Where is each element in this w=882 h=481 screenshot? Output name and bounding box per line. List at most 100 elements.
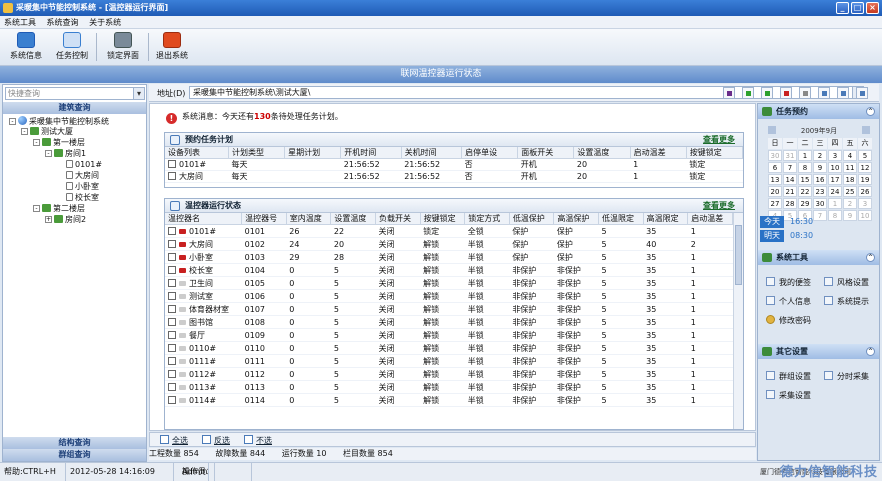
column-header[interactable]: 关机时间 — [401, 147, 463, 159]
calendar-day[interactable]: 26 — [858, 186, 872, 197]
calendar-day[interactable]: 3 — [858, 198, 872, 209]
calendar-day[interactable]: 23 — [813, 186, 827, 197]
tree-node[interactable]: - 第一楼层 — [33, 138, 85, 148]
table-row[interactable]: 0101# 每天 21:56:52 21:56:52 否开机 20 1 锁定 — [165, 158, 743, 171]
row-checkbox[interactable] — [168, 356, 176, 365]
calendar-day[interactable]: 5 — [858, 150, 872, 161]
column-header[interactable]: 温控器名 — [165, 213, 243, 225]
system-tips-link[interactable]: 系统提示 — [824, 296, 869, 307]
calendar-day[interactable]: 30 — [813, 198, 827, 209]
tomorrow-schedule[interactable]: 明天 08:30 — [760, 230, 878, 242]
view-green-button[interactable] — [742, 87, 754, 99]
view-gray-button[interactable] — [799, 87, 811, 99]
view-green2-button[interactable] — [761, 87, 773, 99]
view-more-link[interactable]: 查看更多 — [703, 199, 735, 213]
column-header[interactable]: 设置温度 — [330, 213, 376, 225]
collapse-icon[interactable]: ^ — [866, 347, 875, 356]
column-header[interactable]: 温控器号 — [241, 213, 287, 225]
invert-selection-action[interactable]: 反选 — [202, 434, 230, 447]
calendar-day[interactable]: 4 — [843, 150, 857, 161]
table-row[interactable]: 体育器材室 0107 0 5 关闭 解锁 半锁 非保护 非保护 5 35 1 — [165, 302, 733, 316]
table-row[interactable]: 0111# 0111 0 5 关闭 解锁 半锁 非保护 非保护 5 35 1 — [165, 354, 733, 368]
tree-node[interactable]: 校长室 — [57, 193, 99, 203]
calendar-day[interactable]: 15 — [798, 174, 812, 185]
column-header[interactable]: 高温保护 — [553, 213, 600, 225]
view-purple-button[interactable] — [723, 87, 735, 99]
table-row[interactable]: 大房间 0102 24 20 关闭 解锁 半锁 保护 保护 5 40 2 — [165, 237, 733, 251]
chevron-down-icon[interactable]: ▾ — [133, 88, 144, 99]
view-red-button[interactable] — [780, 87, 792, 99]
exit-button[interactable]: 退出系统 — [152, 32, 192, 64]
style-settings-link[interactable]: 风格设置 — [824, 277, 869, 288]
calendar-day[interactable]: 1 — [828, 198, 842, 209]
table-row[interactable]: 校长室 0104 0 5 关闭 解锁 半锁 非保护 非保护 5 35 1 — [165, 263, 733, 277]
column-header[interactable]: 按键锁定 — [686, 147, 744, 159]
table-row[interactable]: 餐厅 0109 0 5 关闭 解锁 半锁 非保护 非保护 5 35 1 — [165, 328, 733, 342]
column-header[interactable]: 启动温差 — [687, 213, 733, 225]
system-tools-header[interactable]: 系统工具 ^ — [758, 250, 879, 265]
calendar-day[interactable]: 19 — [858, 174, 872, 185]
calendar-day[interactable]: 12 — [858, 162, 872, 173]
row-checkbox[interactable] — [168, 343, 176, 352]
lock-screen-button[interactable]: 锁定界面 — [102, 32, 144, 64]
column-header[interactable]: 开机时间 — [340, 147, 402, 159]
maximize-button[interactable]: □ — [851, 2, 864, 14]
task-booking-header[interactable]: 任务预约 ^ — [758, 104, 879, 119]
row-checkbox[interactable] — [168, 382, 176, 391]
font-size-button[interactable] — [818, 87, 830, 99]
row-checkbox[interactable] — [168, 226, 176, 235]
calendar-day[interactable]: 31 — [783, 150, 797, 161]
calendar-day[interactable]: 25 — [843, 186, 857, 197]
calendar-day[interactable]: 21 — [783, 186, 797, 197]
building-query-header[interactable]: 建筑查询 — [3, 102, 146, 114]
today-schedule[interactable]: 今天 16:30 — [760, 216, 878, 228]
table-row[interactable]: 0113# 0113 0 5 关闭 解锁 半锁 非保护 非保护 5 35 1 — [165, 380, 733, 394]
tree-node[interactable]: - 采暖集中节能控制系统 — [9, 116, 109, 126]
row-checkbox[interactable] — [168, 304, 176, 313]
tree-node[interactable]: 大房间 — [57, 171, 99, 181]
row-checkbox[interactable] — [168, 252, 176, 261]
calendar-day[interactable]: 7 — [783, 162, 797, 173]
row-checkbox[interactable] — [168, 330, 176, 339]
column-header[interactable]: 锁定方式 — [464, 213, 510, 225]
row-checkbox[interactable] — [168, 265, 176, 274]
personal-info-link[interactable]: 个人信息 — [766, 296, 811, 307]
menu-system-tools[interactable]: 系统工具 — [0, 16, 40, 29]
calendar-day[interactable]: 13 — [768, 174, 782, 185]
column-header[interactable]: 按键锁定 — [420, 213, 466, 225]
column-header[interactable]: 启停单设 — [461, 147, 519, 159]
table-row[interactable]: 0110# 0110 0 5 关闭 解锁 半锁 非保护 非保护 5 35 1 — [165, 341, 733, 355]
calendar-day[interactable]: 11 — [843, 162, 857, 173]
task-control-button[interactable]: 任务控制 — [52, 32, 92, 64]
collapse-icon[interactable]: - — [33, 139, 40, 146]
column-header[interactable]: 面板开关 — [517, 147, 575, 159]
menu-system-query[interactable]: 系统查询 — [43, 16, 83, 29]
row-checkbox[interactable] — [168, 317, 176, 326]
row-checkbox[interactable] — [168, 291, 176, 300]
calendar-day[interactable]: 18 — [843, 174, 857, 185]
menu-about[interactable]: 关于系统 — [85, 16, 125, 29]
calendar-day[interactable]: 17 — [828, 174, 842, 185]
my-notes-link[interactable]: 我的便签 — [766, 277, 811, 288]
calendar-day[interactable]: 27 — [768, 198, 782, 209]
tree-node[interactable]: - 测试大厦 — [21, 127, 73, 137]
status-scrollbar[interactable] — [733, 213, 743, 429]
row-checkbox[interactable] — [168, 239, 176, 248]
timed-collect-link[interactable]: 分时采集 — [824, 371, 869, 382]
tree-node[interactable]: + 房间2 — [45, 215, 86, 225]
structure-query-header[interactable]: 结构查询 — [3, 437, 146, 449]
prev-month-icon[interactable] — [768, 126, 776, 134]
row-checkbox[interactable] — [168, 395, 176, 404]
collapse-icon[interactable]: ^ — [866, 253, 875, 262]
tree-node[interactable]: - 第二楼层 — [33, 204, 85, 214]
minimize-button[interactable]: _ — [836, 2, 849, 14]
calendar-day[interactable]: 2 — [813, 150, 827, 161]
next-month-icon[interactable] — [862, 126, 870, 134]
table-row[interactable]: 图书馆 0108 0 5 关闭 解锁 半锁 非保护 非保护 5 35 1 — [165, 315, 733, 329]
calendar-day[interactable]: 6 — [768, 162, 782, 173]
row-checkbox[interactable] — [168, 278, 176, 287]
calendar-day[interactable]: 20 — [768, 186, 782, 197]
group-query-header[interactable]: 群组查询 — [3, 449, 146, 461]
scrollbar-thumb[interactable] — [735, 225, 742, 285]
calendar-day[interactable]: 1 — [798, 150, 812, 161]
